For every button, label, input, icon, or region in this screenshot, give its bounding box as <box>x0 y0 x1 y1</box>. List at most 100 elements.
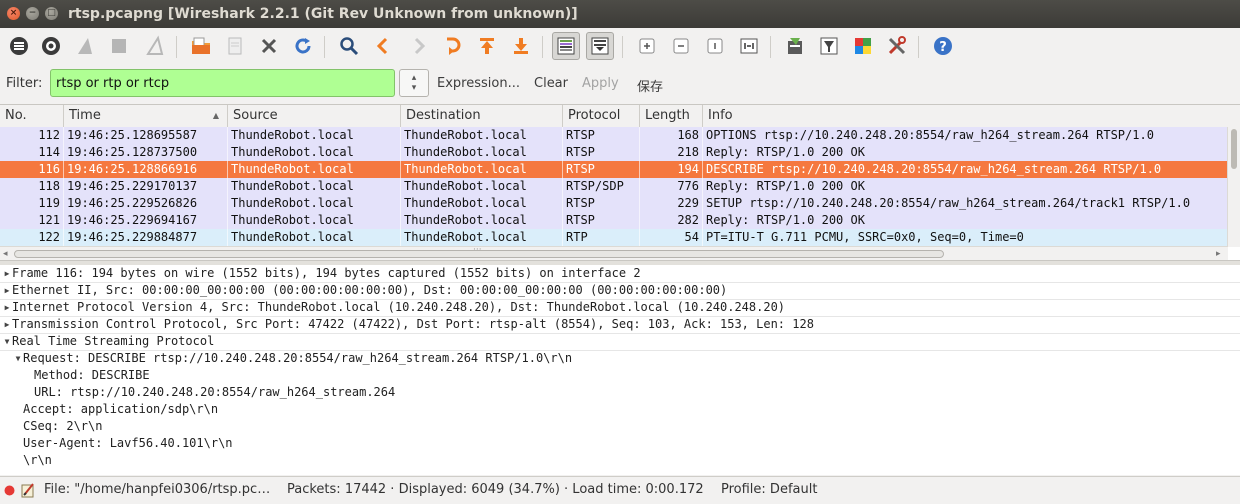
save-file-icon[interactable] <box>222 33 248 59</box>
scroll-right-icon[interactable]: ▸ <box>1216 247 1221 261</box>
close-file-icon[interactable] <box>256 33 282 59</box>
capture-comment-icon[interactable] <box>20 482 36 498</box>
packet-cell-info: Reply: RTSP/1.0 200 OK <box>703 144 1228 161</box>
scroll-left-icon[interactable]: ◂ <box>3 247 8 261</box>
first-packet-icon[interactable] <box>474 33 500 59</box>
packet-list: No. Time ▲ Source Destination Protocol Le… <box>0 104 1240 261</box>
packet-row[interactable]: 119 19:46:25.229526826 ThundeRobot.local Th… <box>0 195 1228 212</box>
detail-text: Internet Protocol Version 4, Src: Thunde… <box>12 300 786 314</box>
go-to-packet-icon[interactable] <box>440 33 466 59</box>
packet-cell-time: 19:46:25.128737500 <box>64 144 228 161</box>
zoom-in-icon[interactable] <box>634 33 660 59</box>
packet-list-vertical-scrollbar[interactable] <box>1227 127 1240 247</box>
detail-tree-item[interactable]: ▶ Transmission Control Protocol, Src Port… <box>0 316 1240 334</box>
detail-tree-item[interactable]: Method: DESCRIBE <box>0 367 1240 384</box>
collapsed-arrow-icon[interactable]: ▶ <box>2 299 12 316</box>
normal-size-icon[interactable] <box>702 33 728 59</box>
collapsed-arrow-icon[interactable]: ▶ <box>2 282 12 299</box>
horizontal-scroll-thumb[interactable]: ··· <box>14 245 944 258</box>
window-maximize-button[interactable]: □ <box>45 7 58 20</box>
packet-cell-protocol: RTSP <box>563 127 640 144</box>
detail-tree-item[interactable]: ▶ Ethernet II, Src: 00:00:00_00:00:00 (00… <box>0 282 1240 300</box>
packet-cell-protocol: RTSP/SDP <box>563 178 640 195</box>
detail-text: Request: DESCRIBE rtsp://10.240.248.20:8… <box>23 351 573 365</box>
column-header-source[interactable]: Source <box>228 105 401 127</box>
expanded-arrow-icon[interactable]: ▼ <box>2 333 12 350</box>
packet-cell-source: ThundeRobot.local <box>228 144 401 161</box>
detail-tree-item[interactable]: CSeq: 2\r\n <box>0 418 1240 435</box>
packet-list-horizontal-scrollbar[interactable]: ◂ ··· ▸ <box>0 245 1228 261</box>
apply-button[interactable]: Apply <box>582 76 619 91</box>
detail-text: Ethernet II, Src: 00:00:00_00:00:00 (00:… <box>12 283 728 297</box>
interfaces-icon[interactable] <box>6 33 32 59</box>
window-close-button[interactable]: × <box>7 7 20 20</box>
packet-cell-length: 168 <box>640 127 703 144</box>
packet-row[interactable]: 122 19:46:25.229884877 ThundeRobot.local Th… <box>0 229 1228 246</box>
start-capture-icon[interactable] <box>72 33 98 59</box>
detail-tree-item[interactable]: User-Agent: Lavf56.40.101\r\n <box>0 435 1240 452</box>
packet-row[interactable]: 121 19:46:25.229694167 ThundeRobot.local Th… <box>0 212 1228 229</box>
packet-row[interactable]: 116 19:46:25.128866916 ThundeRobot.local Th… <box>0 161 1228 178</box>
help-icon[interactable]: ? <box>930 33 956 59</box>
restart-capture-icon[interactable] <box>142 33 168 59</box>
expression-button[interactable]: Expression... <box>437 76 520 91</box>
status-packets: Packets: 17442 · Displayed: 6049 (34.7%)… <box>287 482 704 497</box>
detail-tree-item[interactable]: Accept: application/sdp\r\n <box>0 401 1240 418</box>
expert-info-icon[interactable] <box>4 485 15 496</box>
packet-cell-time: 19:46:25.128866916 <box>64 161 228 178</box>
column-header-info[interactable]: Info <box>703 105 1240 127</box>
detail-tree-item[interactable]: ▶ Frame 116: 194 bytes on wire (1552 bits… <box>0 265 1240 283</box>
detail-tree-item[interactable]: ▼ Request: DESCRIBE rtsp://10.240.248.20:… <box>0 350 1240 367</box>
stop-capture-icon[interactable] <box>106 33 132 59</box>
packet-cell-time: 19:46:25.229694167 <box>64 212 228 229</box>
resize-columns-icon[interactable] <box>736 33 762 59</box>
filter-label: Filter: <box>6 76 43 91</box>
colorize-icon[interactable] <box>552 32 580 60</box>
open-file-icon[interactable] <box>188 33 214 59</box>
packet-cell-no: 121 <box>0 212 64 229</box>
packet-cell-no: 118 <box>0 178 64 195</box>
last-packet-icon[interactable] <box>508 33 534 59</box>
collapsed-arrow-icon[interactable]: ▶ <box>2 316 12 333</box>
collapsed-arrow-icon[interactable]: ▶ <box>2 265 12 282</box>
display-filter-input[interactable]: rtsp or rtp or rtcp <box>50 69 395 97</box>
column-header-destination[interactable]: Destination <box>401 105 563 127</box>
packet-cell-length: 229 <box>640 195 703 212</box>
packet-cell-source: ThundeRobot.local <box>228 161 401 178</box>
column-header-time[interactable]: Time ▲ <box>64 105 228 127</box>
column-header-length[interactable]: Length <box>640 105 703 127</box>
packet-cell-length: 282 <box>640 212 703 229</box>
clear-button[interactable]: Clear <box>534 76 568 91</box>
packet-row[interactable]: 114 19:46:25.128737500 ThundeRobot.local Th… <box>0 144 1228 161</box>
reload-icon[interactable] <box>290 33 316 59</box>
column-header-no[interactable]: No. <box>0 105 64 127</box>
preferences-icon[interactable] <box>884 33 910 59</box>
vertical-scroll-thumb[interactable] <box>1231 129 1237 169</box>
packet-row[interactable]: 112 19:46:25.128695587 ThundeRobot.local Th… <box>0 127 1228 144</box>
detail-tree-item[interactable]: \r\n <box>0 452 1240 469</box>
autoscroll-icon[interactable] <box>586 32 614 60</box>
back-icon[interactable] <box>370 33 396 59</box>
packet-row[interactable]: 118 19:46:25.229170137 ThundeRobot.local Th… <box>0 178 1228 195</box>
packet-cell-length: 194 <box>640 161 703 178</box>
display-filters-icon[interactable] <box>816 33 842 59</box>
detail-tree-item[interactable]: URL: rtsp://10.240.248.20:8554/raw_h264_… <box>0 384 1240 401</box>
forward-icon[interactable] <box>406 33 432 59</box>
sort-ascending-icon: ▲ <box>212 111 219 120</box>
packet-cell-time: 19:46:25.128695587 <box>64 127 228 144</box>
detail-text: Accept: application/sdp\r\n <box>23 402 219 416</box>
status-profile[interactable]: Profile: Default <box>721 482 817 497</box>
window-minimize-button[interactable]: − <box>26 7 39 20</box>
filter-history-stepper[interactable]: ▴ ▾ <box>399 69 429 97</box>
coloring-rules-icon[interactable] <box>850 33 876 59</box>
save-filter-button[interactable]: 保存 <box>637 76 663 95</box>
detail-tree-item[interactable]: ▼ Real Time Streaming Protocol <box>0 333 1240 351</box>
column-header-protocol[interactable]: Protocol <box>563 105 640 127</box>
capture-filters-icon[interactable] <box>782 33 808 59</box>
find-icon[interactable] <box>336 33 362 59</box>
detail-tree-item[interactable]: ▶ Internet Protocol Version 4, Src: Thund… <box>0 299 1240 317</box>
zoom-out-icon[interactable] <box>668 33 694 59</box>
expanded-arrow-icon[interactable]: ▼ <box>13 350 23 367</box>
options-icon[interactable] <box>38 33 64 59</box>
title-bar: × − □ rtsp.pcapng [Wireshark 2.2.1 (Git … <box>0 0 1240 28</box>
